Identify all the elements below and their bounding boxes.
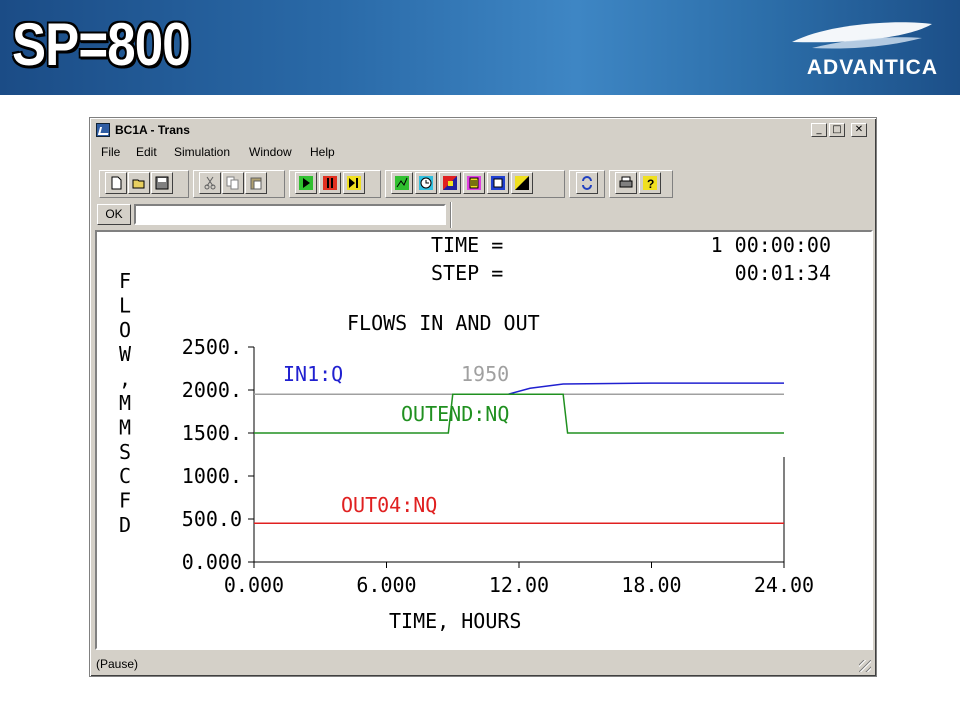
clock-icon (419, 176, 433, 190)
window-icon (491, 176, 505, 190)
run-button[interactable] (295, 172, 317, 194)
y-axis-label-char: F (119, 489, 131, 513)
x-tick-label: 0.000 (224, 573, 284, 597)
plot-button[interactable] (391, 172, 413, 194)
y-tick-label: 1000. (182, 464, 242, 488)
window-button[interactable] (487, 172, 509, 194)
menu-simulation[interactable]: Simulation (174, 145, 230, 159)
refresh-icon (582, 176, 592, 190)
menu-window[interactable]: Window (249, 145, 292, 159)
x-tick-label: 18.00 (621, 573, 681, 597)
minimize-button[interactable]: _ (811, 123, 827, 137)
paste-button[interactable] (245, 172, 267, 194)
series-label: OUTEND:NQ (401, 402, 509, 426)
y-axis-label-char: M (119, 415, 131, 439)
series-label: 1950 (461, 362, 509, 386)
svg-text:?: ? (647, 177, 654, 190)
y-tick-label: 2000. (182, 378, 242, 402)
x-tick-label: 24.00 (754, 573, 814, 597)
clock-button[interactable] (415, 172, 437, 194)
time-value: 1 00:00:00 (711, 233, 831, 257)
plot-area: TIME = 1 00:00:00 STEP = 00:01:34 FLOWS … (95, 230, 873, 650)
pause-icon (323, 176, 337, 190)
step-value: 00:01:34 (735, 261, 831, 285)
save-button[interactable] (151, 172, 173, 194)
y-axis-label-char: F (119, 269, 131, 293)
y-axis-label-char: L (119, 293, 131, 317)
flow-chart: TIME = 1 00:00:00 STEP = 00:01:34 FLOWS … (119, 233, 831, 633)
menu-edit[interactable]: Edit (136, 145, 157, 159)
help-button[interactable]: ? (639, 172, 661, 194)
new-icon (111, 176, 122, 190)
y-axis-label-char: D (119, 513, 131, 537)
maximize-button[interactable]: □ (829, 123, 845, 137)
print-icon (619, 176, 633, 188)
menu-file[interactable]: File (101, 145, 120, 159)
y-tick-label: 500.0 (182, 507, 242, 531)
plot-icon (395, 176, 409, 190)
ok-button[interactable]: OK (97, 204, 131, 225)
color-icon (443, 176, 457, 190)
x-tick-label: 12.00 (489, 573, 549, 597)
step-icon (347, 176, 361, 190)
open-button[interactable] (128, 172, 150, 194)
y-tick-label: 0.000 (182, 550, 242, 574)
series-label: OUT04:NQ (341, 493, 437, 517)
cut-button[interactable] (199, 172, 221, 194)
brand-name: ADVANTICA (806, 56, 938, 79)
help-icon: ? (643, 176, 657, 190)
copy-icon (226, 176, 239, 190)
time-label: TIME = (431, 233, 503, 257)
series-line (254, 393, 784, 434)
paste-icon (250, 177, 262, 190)
refresh-button[interactable] (576, 172, 598, 194)
chart-icon (515, 176, 529, 190)
run-icon (299, 176, 313, 190)
toolbar: ? (93, 167, 873, 199)
close-button[interactable]: ✕ (851, 123, 867, 137)
command-input[interactable] (134, 204, 446, 225)
y-axis-label: FLOW,MMSCFD (119, 269, 132, 537)
list-icon (467, 176, 481, 190)
slide-header: SP=800 ADVANTICA (0, 0, 960, 95)
x-tick-label: 6.000 (356, 573, 416, 597)
print-button[interactable] (615, 172, 637, 194)
status-bar: (Pause) (93, 654, 873, 674)
status-text: (Pause) (96, 657, 139, 671)
divider (450, 202, 452, 228)
slide-title: SP=800 (12, 11, 191, 78)
open-icon (132, 179, 145, 189)
x-axis-label: TIME, HOURS (389, 609, 521, 633)
window-titlebar[interactable]: BC1A - Trans _ □ ✕ (93, 121, 873, 140)
y-axis-label-char: C (119, 464, 131, 488)
cut-icon (204, 176, 216, 190)
step-label: STEP = (431, 261, 503, 285)
save-icon (155, 176, 169, 190)
resize-grip[interactable] (859, 660, 871, 672)
command-row: OK (93, 202, 873, 228)
window-title: BC1A - Trans (115, 123, 190, 137)
menu-help[interactable]: Help (310, 145, 335, 159)
chart-button[interactable] (511, 172, 533, 194)
y-tick-label: 2500. (182, 335, 242, 359)
step-button[interactable] (343, 172, 365, 194)
new-button[interactable] (105, 172, 127, 194)
y-tick-label: 1500. (182, 421, 242, 445)
y-axis-label-char: M (119, 391, 131, 415)
app-window: BC1A - Trans _ □ ✕ File Edit Simulation … (89, 117, 877, 677)
color-button[interactable] (439, 172, 461, 194)
series-label: IN1:Q (283, 362, 343, 386)
list-button[interactable] (463, 172, 485, 194)
y-axis-label-char: S (119, 440, 131, 464)
app-icon (96, 123, 110, 137)
menubar: File Edit Simulation Window Help (93, 142, 873, 162)
y-axis-label-char: W (119, 342, 132, 366)
y-axis-label-char: O (119, 318, 131, 342)
copy-button[interactable] (222, 172, 244, 194)
y-axis-label-char: , (119, 367, 131, 391)
pause-button[interactable] (319, 172, 341, 194)
plot-title: FLOWS IN AND OUT (347, 311, 540, 335)
